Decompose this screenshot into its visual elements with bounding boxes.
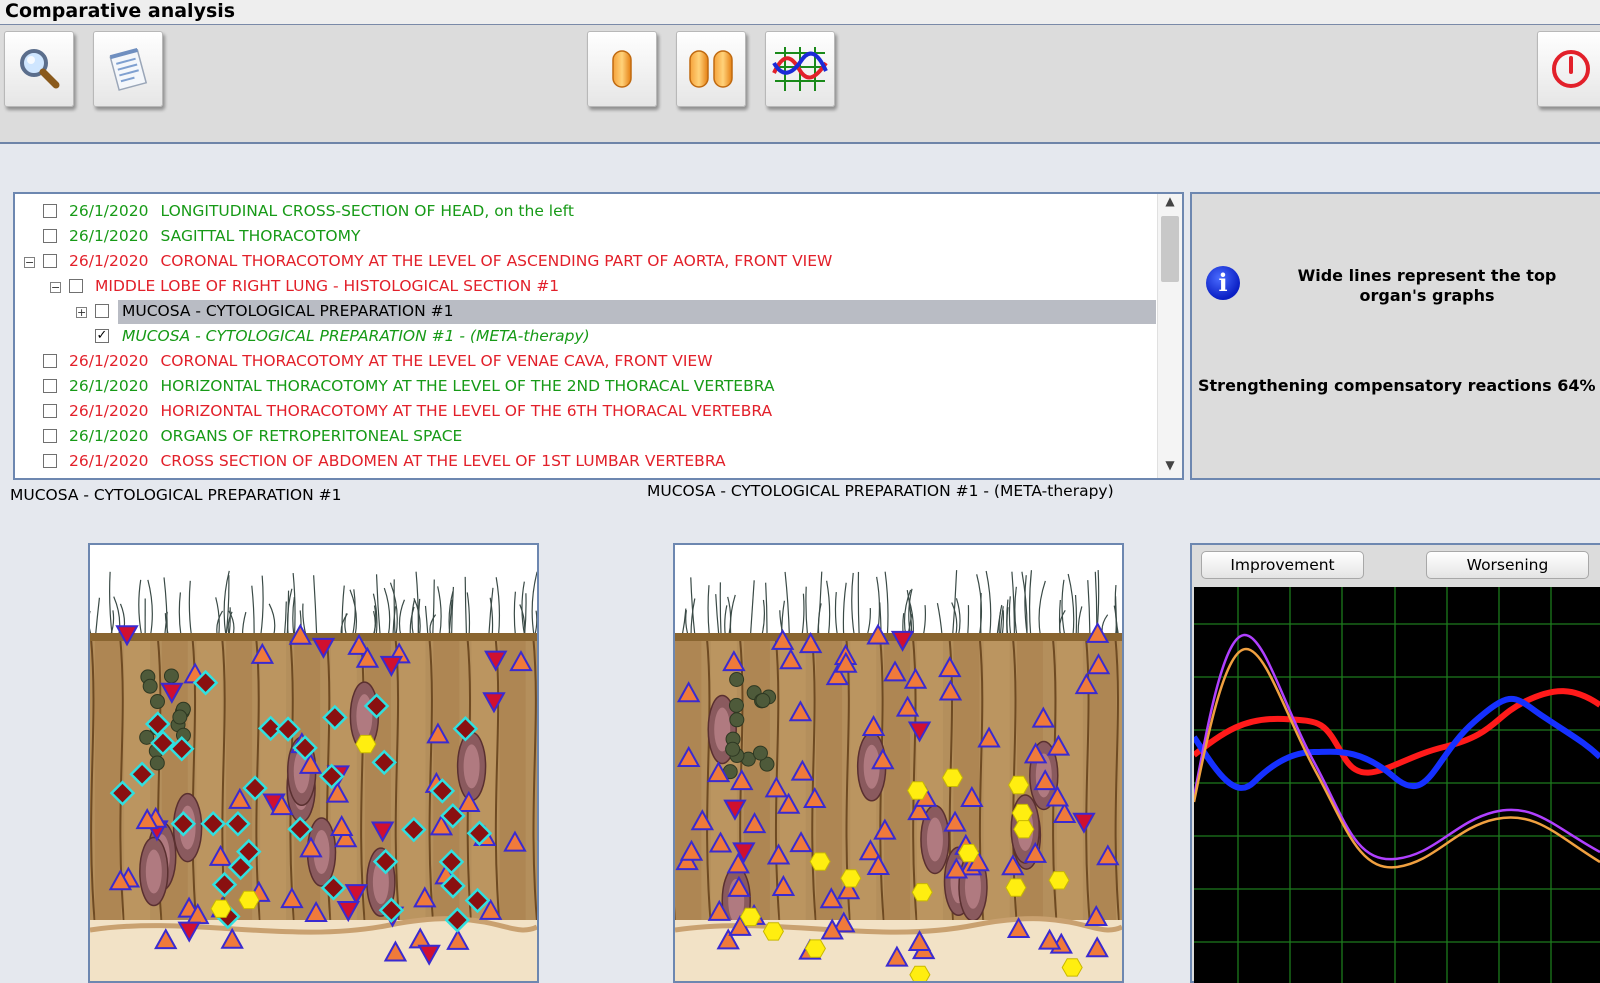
info-note: Wide lines represent the top organ's gra… [1297, 266, 1557, 305]
row-checkbox[interactable] [43, 254, 57, 268]
tree-row[interactable]: ✓ MUCOSA - CYTOLOGICAL PREPARATION #1 - … [15, 325, 1156, 350]
notes-button[interactable] [93, 31, 163, 107]
tree-row[interactable]: 26/1/2020 HORIZONTAL THORACOTOMY AT THE L… [15, 375, 1156, 400]
series-blue-wide [1194, 695, 1600, 791]
tissue-image-before [88, 543, 539, 983]
toolbar [0, 25, 1600, 144]
left-image-caption: MUCOSA - CYTOLOGICAL PREPARATION #1 [10, 486, 342, 504]
row-checkbox[interactable] [43, 229, 57, 243]
analysis-result: Strengthening compensatory reactions 64% [1198, 376, 1596, 395]
single-view-button[interactable] [587, 31, 657, 107]
expand-toggle[interactable]: + [76, 307, 87, 318]
collapse-toggle[interactable]: − [24, 257, 35, 268]
tree-row[interactable]: + MUCOSA - CYTOLOGICAL PREPARATION #1 [15, 300, 1156, 325]
row-checkbox[interactable] [43, 354, 57, 368]
organ-tree-panel: 26/1/2020 LONGITUDINAL CROSS-SECTION OF H… [13, 192, 1184, 480]
single-capsule-icon [612, 50, 632, 88]
row-checkbox[interactable] [43, 204, 57, 218]
organ-tree: 26/1/2020 LONGITUDINAL CROSS-SECTION OF H… [15, 194, 1156, 478]
collapse-toggle[interactable]: − [50, 282, 61, 293]
series-red-wide [1194, 688, 1600, 776]
tree-row[interactable]: − MIDDLE LOBE OF RIGHT LUNG - HISTOLOGIC… [15, 275, 1156, 300]
power-icon [1551, 50, 1590, 88]
search-button[interactable] [4, 31, 74, 107]
comparison-chart-panel: Improvement Worsening [1190, 543, 1600, 983]
tissue-image-after [673, 543, 1124, 983]
series-orange [1194, 647, 1600, 869]
row-checkbox[interactable] [95, 304, 109, 318]
worsening-button[interactable]: Worsening [1426, 551, 1589, 579]
double-view-button[interactable] [676, 31, 746, 107]
double-capsule-icon [689, 50, 733, 88]
graph-icon [772, 47, 828, 91]
row-checkbox-checked[interactable]: ✓ [95, 329, 109, 343]
graph-view-button[interactable] [765, 31, 835, 107]
series-violet [1194, 633, 1600, 861]
tree-row[interactable]: 26/1/2020 LONGITUDINAL CROSS-SECTION OF H… [15, 200, 1156, 225]
tree-row[interactable]: 26/1/2020 HORIZONTAL THORACOTOMY AT THE L… [15, 400, 1156, 425]
scroll-up-icon[interactable]: ▲ [1158, 194, 1182, 214]
window-titlebar: Comparative analysis [0, 0, 1600, 25]
tree-row[interactable]: 26/1/2020 SAGITTAL THORACOTOMY [15, 225, 1156, 250]
row-checkbox[interactable] [69, 279, 83, 293]
info-panel: i Wide lines represent the top organ's g… [1190, 192, 1600, 480]
scroll-thumb[interactable] [1161, 216, 1179, 282]
tree-row[interactable]: − 26/1/2020 CORONAL THORACOTOMY AT THE LE… [15, 250, 1156, 275]
tree-row[interactable]: 26/1/2020 ORGANS OF RETROPERITONEAL SPACE [15, 425, 1156, 450]
power-button[interactable] [1537, 31, 1600, 107]
tree-scrollbar[interactable]: ▲ ▼ [1157, 194, 1182, 478]
magnifier-icon [20, 49, 60, 89]
scroll-down-icon[interactable]: ▼ [1158, 458, 1182, 478]
row-checkbox[interactable] [43, 454, 57, 468]
comparison-graph [1194, 587, 1600, 983]
improvement-button[interactable]: Improvement [1201, 551, 1364, 579]
tree-row[interactable]: 26/1/2020 CROSS SECTION OF ABDOMEN AT THE… [15, 450, 1156, 475]
window-title: Comparative analysis [5, 0, 236, 22]
info-icon: i [1206, 266, 1240, 300]
row-checkbox[interactable] [43, 404, 57, 418]
notepad-icon [109, 47, 148, 91]
right-image-caption: MUCOSA - CYTOLOGICAL PREPARATION #1 - (M… [647, 482, 1114, 500]
tree-row[interactable]: 26/1/2020 CORONAL THORACOTOMY AT THE LEVE… [15, 350, 1156, 375]
row-checkbox[interactable] [43, 379, 57, 393]
row-checkbox[interactable] [43, 429, 57, 443]
